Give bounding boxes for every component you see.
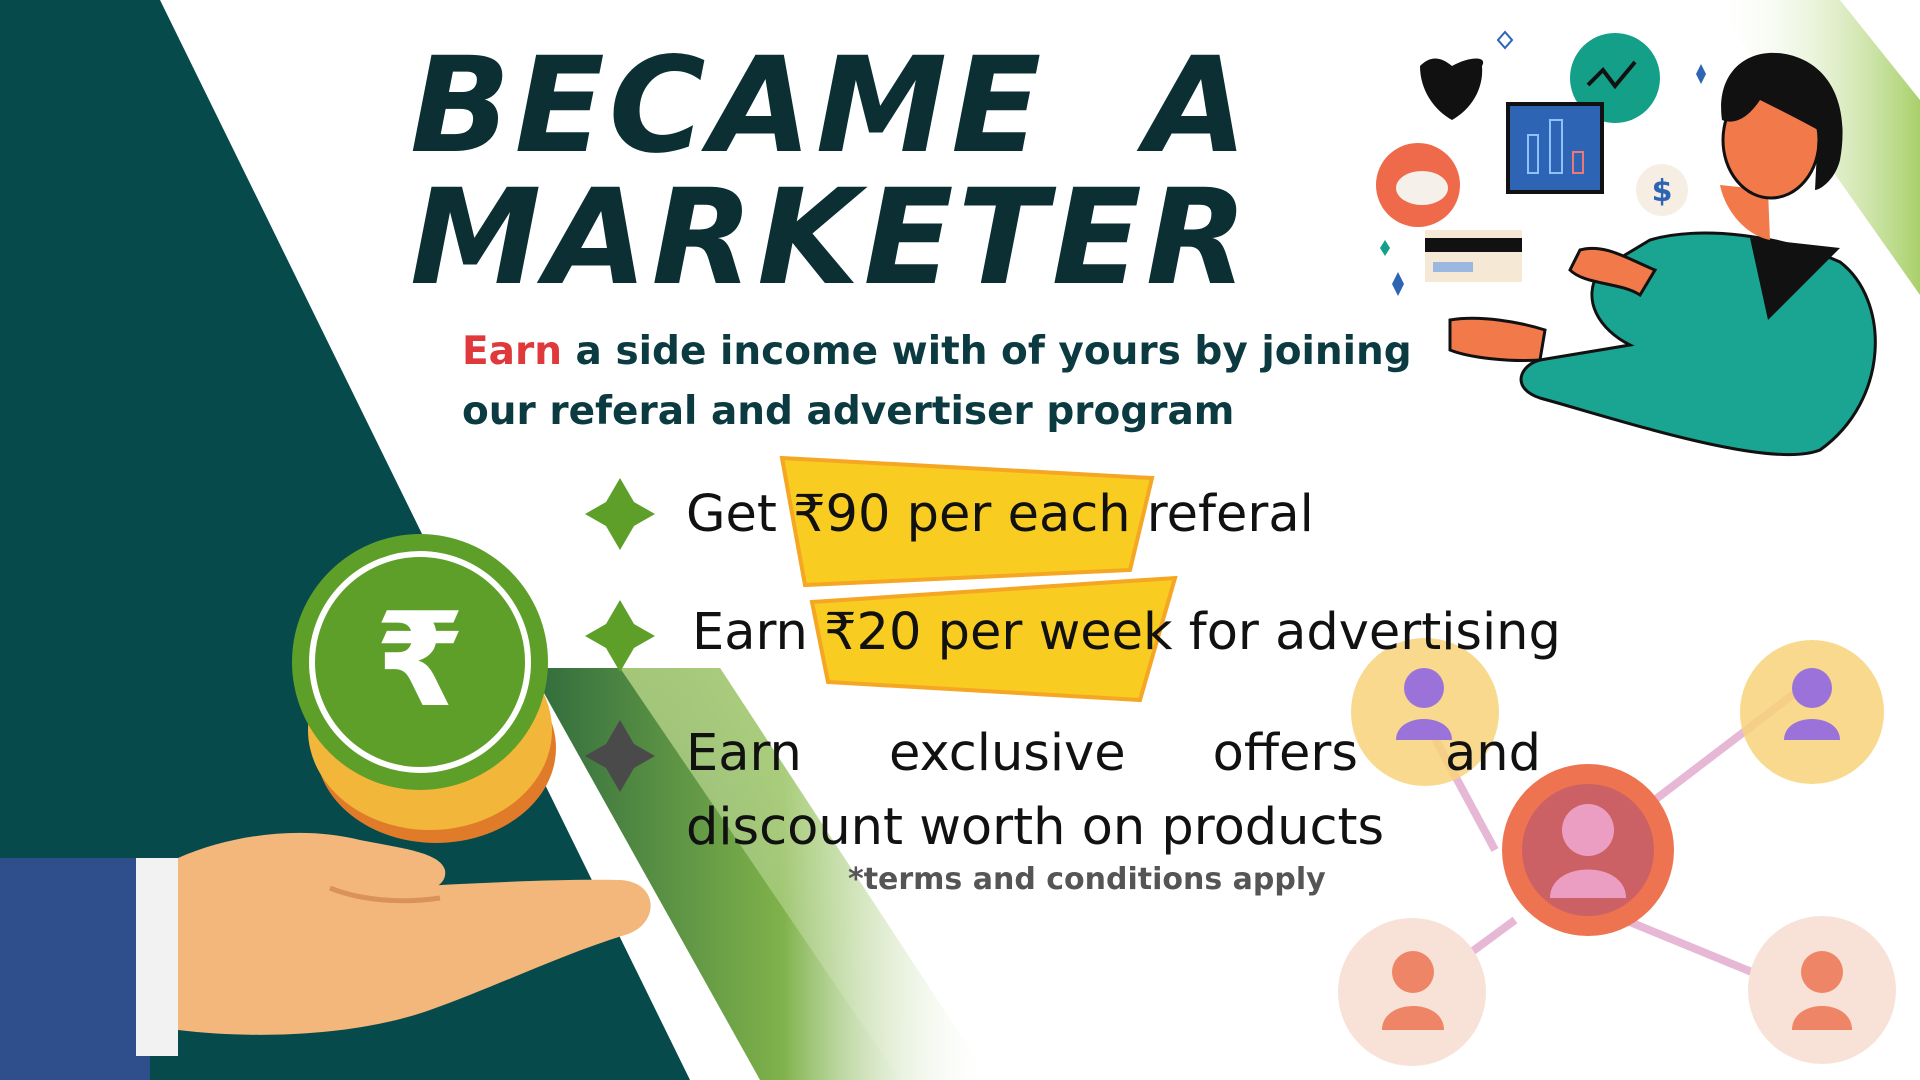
subtitle-accent: Earn	[462, 329, 562, 374]
rupee-symbol-icon: ₹	[374, 584, 466, 736]
promo-banner: $ ₹ BECAME A MARKETER Earn a side income…	[0, 0, 1920, 1080]
shield-icon	[1420, 58, 1484, 120]
subtitle: Earn a side income with of yours by join…	[462, 322, 1462, 442]
terms-note: *terms and conditions apply	[848, 862, 1326, 897]
title-line-1: BECAME A	[410, 29, 1252, 183]
page-title: BECAME A MARKETER	[410, 40, 1251, 304]
credit-card-icon	[1425, 230, 1522, 282]
bullet-referral: Get ₹90 per each referal	[686, 485, 1314, 544]
green-sparkle-icon	[585, 478, 655, 550]
subtitle-text: a side income with of yours by joining o…	[462, 329, 1412, 434]
bullet-advertising: Earn ₹20 per week for advertising	[692, 603, 1561, 662]
title-line-2: MARKETER	[410, 161, 1252, 315]
bullet-offers: Earn exclusive offers and discount worth…	[686, 724, 1541, 857]
svg-text:$: $	[1652, 174, 1673, 209]
green-sparkle-icon	[585, 600, 655, 672]
